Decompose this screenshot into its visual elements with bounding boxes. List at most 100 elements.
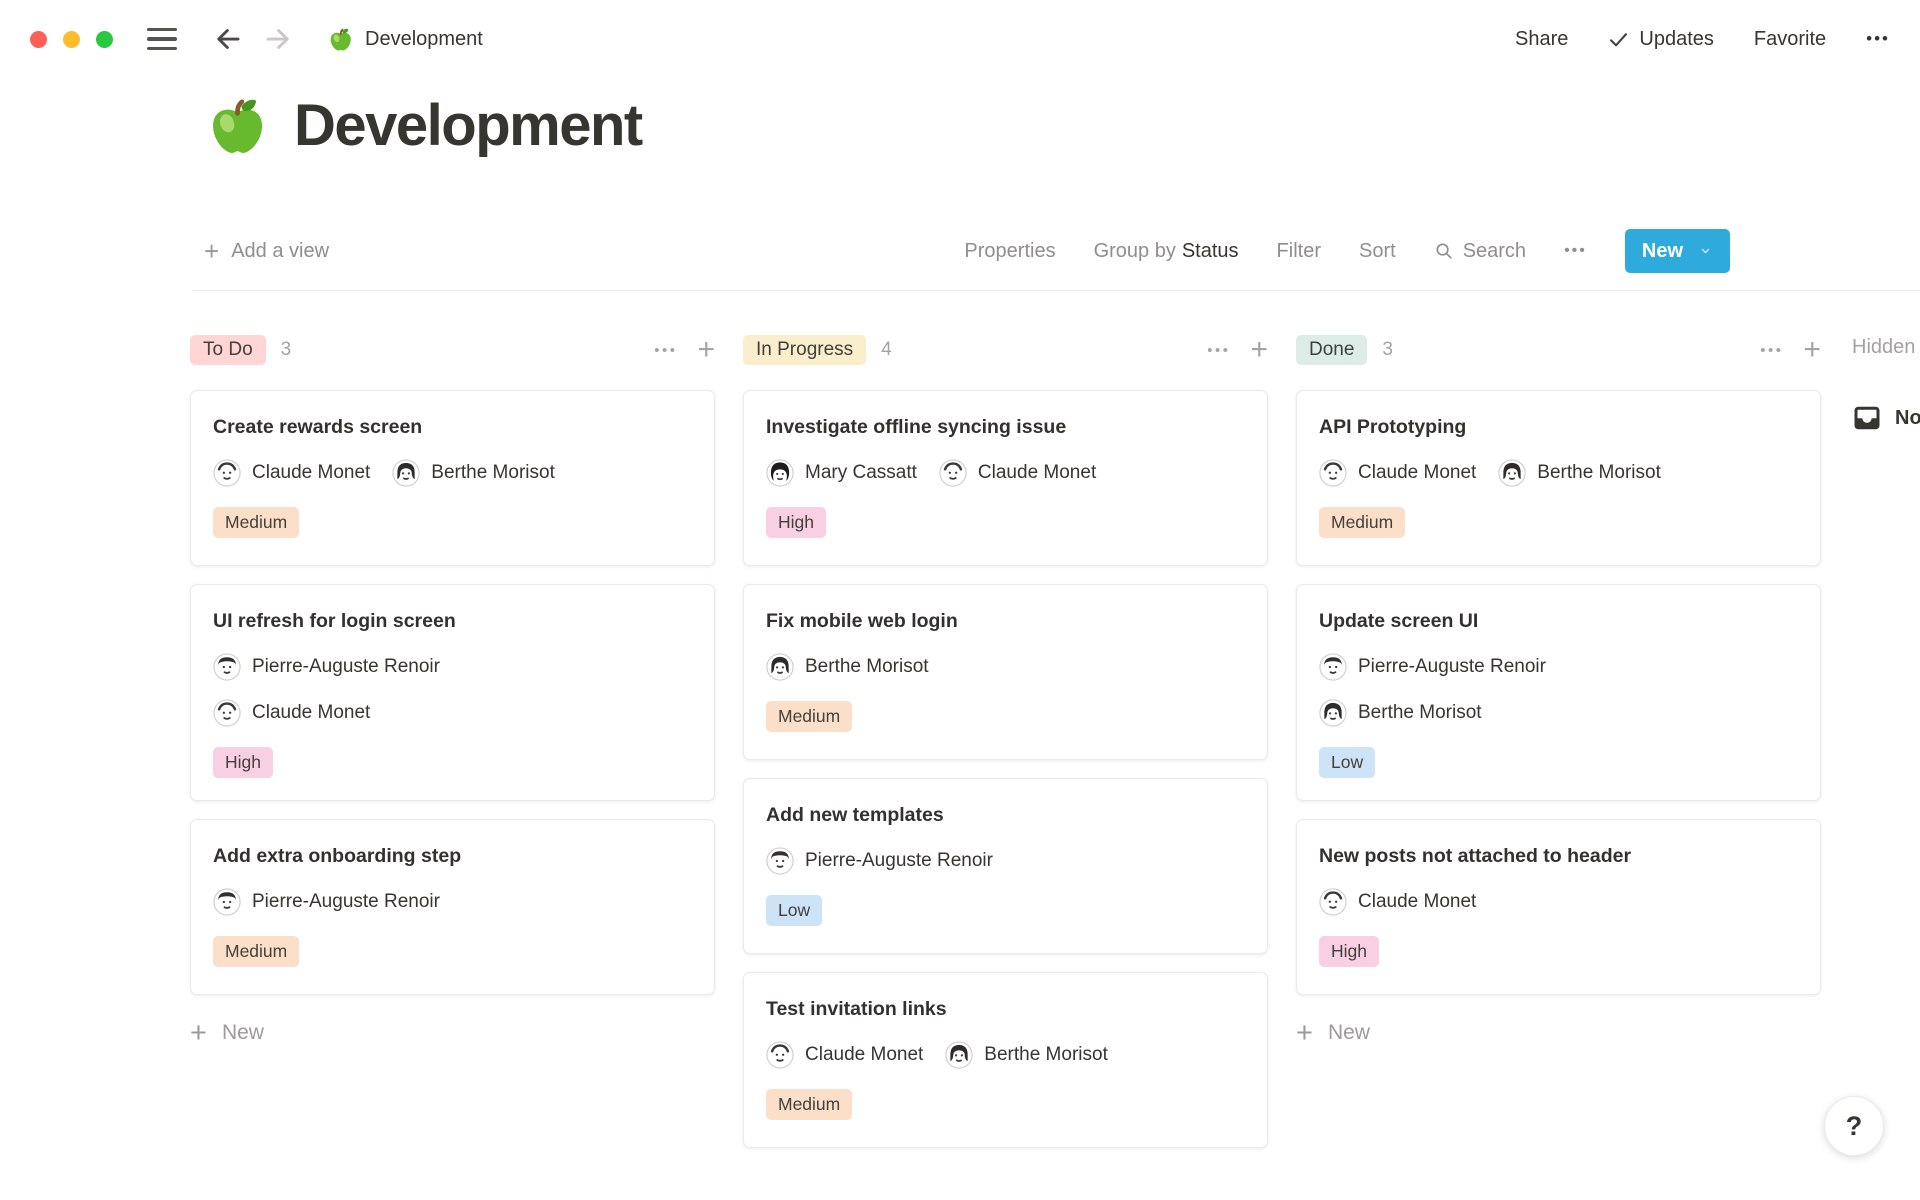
board-column: To Do 3 ••• + Create rewards screen Clau…	[190, 332, 715, 1166]
kanban-card[interactable]: Update screen UI Pierre-Auguste RenoirBe…	[1296, 584, 1821, 801]
column-actions: ••• +	[1207, 336, 1268, 364]
card-tag-row: Medium	[1319, 507, 1798, 538]
add-view-button[interactable]: + Add a view	[204, 240, 329, 263]
priority-tag: High	[1319, 936, 1379, 967]
assignee-name: Berthe Morisot	[805, 656, 929, 678]
back-arrow-icon[interactable]	[213, 24, 243, 54]
properties-button[interactable]: Properties	[964, 240, 1055, 263]
priority-tag: Low	[766, 895, 822, 926]
assignee-name: Mary Cassatt	[805, 462, 917, 484]
favorite-button[interactable]: Favorite	[1754, 28, 1826, 51]
assignee-name: Claude Monet	[1358, 891, 1476, 913]
page-apple-icon	[327, 26, 354, 53]
column-header: To Do 3 ••• +	[190, 332, 715, 368]
assignee-renoir: Pierre-Auguste Renoir	[213, 888, 440, 916]
kanban-card[interactable]: UI refresh for login screen Pierre-Augus…	[190, 584, 715, 801]
group-by-button[interactable]: Group byStatus	[1094, 240, 1239, 263]
kanban-card[interactable]: Add new templates Pierre-Auguste Renoir …	[743, 778, 1268, 954]
card-title: API Prototyping	[1319, 413, 1798, 441]
assignee-name: Pierre-Auguste Renoir	[252, 891, 440, 913]
column-count: 3	[1382, 339, 1393, 361]
column-count: 3	[281, 339, 292, 361]
column-status-pill[interactable]: In Progress	[743, 335, 866, 365]
column-cards: API Prototyping Claude Monet Berthe Moris…	[1296, 390, 1821, 995]
card-assignees: Claude MonetBerthe Morisot	[213, 459, 692, 487]
column-cards: Create rewards screen Claude MonetBerthe…	[190, 390, 715, 995]
card-assignees: Pierre-Auguste Renoir	[766, 847, 1245, 875]
priority-tag: Medium	[213, 507, 299, 538]
forward-arrow-icon[interactable]	[263, 24, 293, 54]
page-icon-apple[interactable]	[204, 93, 270, 159]
card-assignees: Berthe Morisot	[766, 653, 1245, 681]
breadcrumb[interactable]: Development	[327, 26, 483, 53]
monet-avatar-icon	[939, 459, 967, 487]
minimize-button[interactable]	[63, 31, 80, 48]
filter-button[interactable]: Filter	[1277, 240, 1321, 263]
assignee-name: Claude Monet	[1358, 462, 1476, 484]
assignee-row: Claude MonetBerthe Morisot	[213, 459, 692, 487]
kanban-card[interactable]: Fix mobile web login Berthe Morisot Medi…	[743, 584, 1268, 760]
column-actions: ••• +	[654, 336, 715, 364]
column-cards: Investigate offline syncing issue Mary C…	[743, 390, 1268, 1148]
sort-button[interactable]: Sort	[1359, 240, 1396, 263]
assignee-name: Pierre-Auguste Renoir	[1358, 656, 1546, 678]
close-button[interactable]	[30, 31, 47, 48]
card-title: Test invitation links	[766, 995, 1245, 1023]
priority-tag: High	[213, 747, 273, 778]
kanban-card[interactable]: Test invitation links Claude MonetBerthe…	[743, 972, 1268, 1148]
card-title: Investigate offline syncing issue	[766, 413, 1245, 441]
card-assignees: Claude MonetBerthe Morisot	[766, 1041, 1245, 1069]
window-topbar: Development Share Updates Favorite •••	[0, 0, 1920, 78]
topbar-actions: Share Updates Favorite •••	[1515, 28, 1890, 51]
column-actions: ••• +	[1760, 336, 1821, 364]
card-title: Update screen UI	[1319, 607, 1798, 635]
assignee-morisot: Berthe Morisot	[945, 1041, 1108, 1069]
no-status-group[interactable]: No Status	[1852, 403, 1920, 433]
card-tag-row: Medium	[213, 507, 692, 538]
kanban-card[interactable]: Add extra onboarding step Pierre-Auguste…	[190, 819, 715, 995]
column-new-button[interactable]: + New	[1296, 1021, 1821, 1045]
assignee-renoir: Pierre-Auguste Renoir	[213, 653, 440, 681]
column-add-icon[interactable]: +	[1250, 336, 1268, 364]
plus-icon: +	[1296, 1021, 1313, 1045]
page-title[interactable]: Development	[294, 92, 642, 159]
hidden-columns-label[interactable]: Hidden columns	[1852, 336, 1920, 359]
sidebar-menu-icon[interactable]	[147, 28, 177, 50]
updates-button[interactable]: Updates	[1608, 28, 1714, 51]
assignee-row: Claude MonetBerthe Morisot	[766, 1041, 1245, 1069]
column-new-button[interactable]: + New	[190, 1021, 715, 1045]
assignee-renoir: Pierre-Auguste Renoir	[1319, 653, 1546, 681]
priority-tag: Medium	[213, 936, 299, 967]
help-button[interactable]: ?	[1824, 1096, 1884, 1156]
assignee-monet: Claude Monet	[1319, 459, 1476, 487]
card-assignees: Mary CassattClaude Monet	[766, 459, 1245, 487]
column-count: 4	[881, 339, 892, 361]
card-assignees: Claude Monet	[1319, 888, 1798, 916]
kanban-card[interactable]: New posts not attached to header Claude …	[1296, 819, 1821, 995]
new-button[interactable]: New	[1625, 229, 1730, 273]
assignee-row: Claude Monet Berthe Morisot	[1319, 459, 1798, 487]
assignee-name: Berthe Morisot	[1537, 462, 1661, 484]
share-button[interactable]: Share	[1515, 28, 1568, 51]
search-button[interactable]: Search	[1434, 240, 1526, 263]
column-add-icon[interactable]: +	[1803, 336, 1821, 364]
column-add-icon[interactable]: +	[697, 336, 715, 364]
assignee-name: Berthe Morisot	[984, 1044, 1108, 1066]
column-status-pill[interactable]: Done	[1296, 335, 1367, 365]
view-controls: Properties Group byStatus Filter Sort Se…	[964, 229, 1730, 273]
zoom-button[interactable]	[96, 31, 113, 48]
view-more-icon[interactable]: •••	[1564, 242, 1587, 260]
column-more-icon[interactable]: •••	[654, 342, 677, 359]
priority-tag: Medium	[766, 701, 852, 732]
kanban-card[interactable]: Investigate offline syncing issue Mary C…	[743, 390, 1268, 566]
kanban-card[interactable]: Create rewards screen Claude MonetBerthe…	[190, 390, 715, 566]
card-assignees: Claude Monet Berthe Morisot	[1319, 459, 1798, 487]
more-menu-icon[interactable]: •••	[1866, 29, 1890, 49]
card-title: New posts not attached to header	[1319, 842, 1798, 870]
column-more-icon[interactable]: •••	[1207, 342, 1230, 359]
kanban-card[interactable]: API Prototyping Claude Monet Berthe Moris…	[1296, 390, 1821, 566]
column-more-icon[interactable]: •••	[1760, 342, 1783, 359]
breadcrumb-title: Development	[365, 28, 483, 51]
assignee-morisot: Berthe Morisot	[1498, 459, 1661, 487]
column-status-pill[interactable]: To Do	[190, 335, 266, 365]
